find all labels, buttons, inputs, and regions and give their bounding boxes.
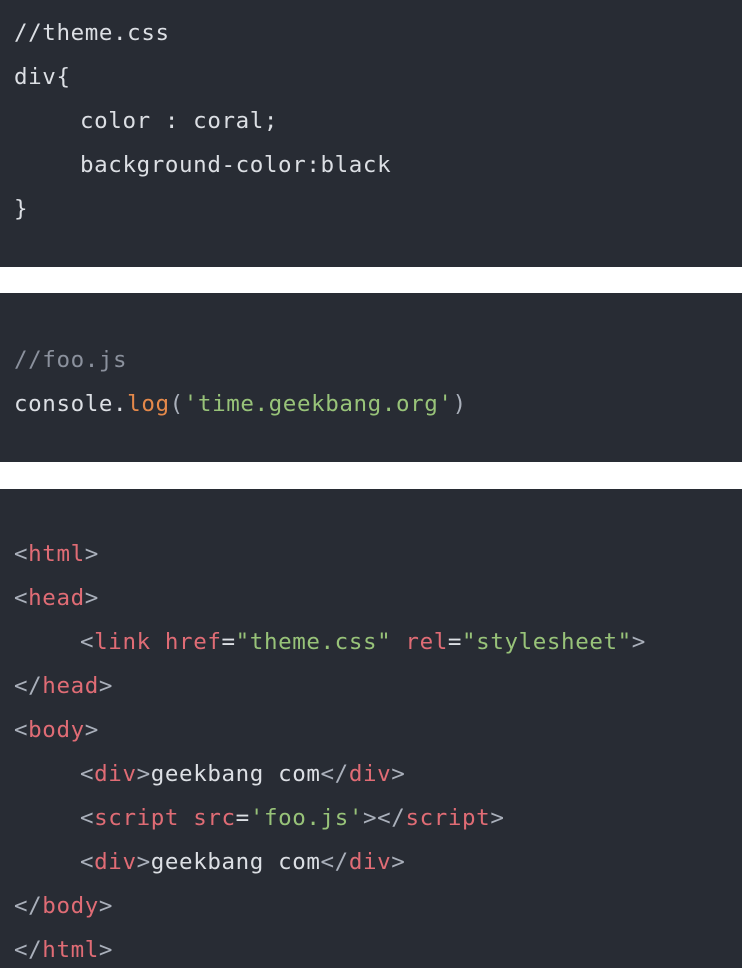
tag-bracket: </ bbox=[14, 937, 43, 963]
tag-bracket: > bbox=[98, 893, 114, 919]
tag-name: head bbox=[42, 673, 99, 699]
tag-bracket: > bbox=[84, 585, 99, 611]
tag-name: body bbox=[42, 893, 99, 919]
element-text: geekbang com bbox=[150, 849, 321, 875]
tag-name: link bbox=[94, 629, 151, 655]
tag-bracket: </ bbox=[14, 673, 43, 699]
code-line: <div>geekbang com</div> bbox=[14, 840, 742, 884]
code-line: </head> bbox=[14, 664, 742, 708]
tag-name: head bbox=[28, 585, 85, 611]
attr-value: 'foo.js' bbox=[249, 805, 363, 831]
attr-equals: = bbox=[221, 629, 236, 655]
tag-bracket: < bbox=[80, 629, 95, 655]
js-object: console. bbox=[14, 391, 128, 417]
tag-name: div bbox=[348, 849, 392, 875]
tag-name: script bbox=[405, 805, 491, 831]
tag-bracket: > bbox=[136, 761, 151, 787]
code-line: background-color:black bbox=[14, 143, 742, 187]
attr-value: "theme.css" bbox=[235, 629, 392, 655]
code-line: <link href="theme.css" rel="stylesheet"> bbox=[14, 620, 742, 664]
js-paren: ( bbox=[169, 391, 184, 417]
css-property: color : coral; bbox=[80, 108, 279, 134]
js-paren: ) bbox=[452, 391, 467, 417]
code-line: div{ bbox=[14, 55, 742, 99]
tag-bracket: > bbox=[98, 937, 114, 963]
js-function: log bbox=[127, 391, 170, 417]
tag-bracket: </ bbox=[377, 805, 406, 831]
code-line: </html> bbox=[14, 928, 742, 968]
tag-bracket: > bbox=[136, 849, 151, 875]
css-code-block: //theme.css div{ color : coral; backgrou… bbox=[0, 0, 742, 267]
js-string: 'time.geekbang.org' bbox=[183, 391, 453, 417]
tag-name: div bbox=[348, 761, 392, 787]
tag-bracket: > bbox=[391, 761, 406, 787]
js-code-block: //foo.js console.log('time.geekbang.org'… bbox=[0, 293, 742, 462]
code-line: <html> bbox=[14, 532, 742, 576]
attr-equals: = bbox=[447, 629, 463, 655]
tag-name: script bbox=[94, 805, 180, 831]
tag-bracket: < bbox=[80, 849, 95, 875]
tag-name: html bbox=[42, 937, 99, 963]
tag-name: div bbox=[94, 761, 137, 787]
code-line: //theme.css bbox=[14, 11, 742, 55]
tag-bracket: > bbox=[84, 717, 99, 743]
html-code-block: <html> <head> <link href="theme.css" rel… bbox=[0, 489, 742, 968]
code-line: console.log('time.geekbang.org') bbox=[14, 382, 742, 426]
code-line: color : coral; bbox=[14, 99, 742, 143]
code-snippets-page: //theme.css div{ color : coral; backgrou… bbox=[0, 0, 742, 968]
css-property: background-color:black bbox=[80, 152, 392, 178]
tag-bracket: > bbox=[98, 673, 114, 699]
code-line: <script src='foo.js'></script> bbox=[14, 796, 742, 840]
attr-name: rel bbox=[405, 629, 448, 655]
code-comment: //foo.js bbox=[14, 347, 128, 373]
code-line: <body> bbox=[14, 708, 742, 752]
attr-name: src bbox=[193, 805, 236, 831]
tag-bracket: </ bbox=[320, 849, 349, 875]
tag-name: div bbox=[94, 849, 137, 875]
css-selector: div{ bbox=[14, 64, 71, 90]
tag-bracket: < bbox=[80, 761, 95, 787]
tag-bracket: </ bbox=[320, 761, 349, 787]
tag-bracket: < bbox=[14, 717, 29, 743]
code-comment: //theme.css bbox=[14, 20, 170, 46]
tag-bracket: < bbox=[14, 541, 29, 567]
tag-bracket: > bbox=[391, 849, 406, 875]
attr-equals: = bbox=[235, 805, 250, 831]
attr-value: "stylesheet" bbox=[462, 629, 632, 655]
tag-name: html bbox=[28, 541, 85, 567]
code-line: } bbox=[14, 187, 742, 231]
element-text: geekbang com bbox=[150, 761, 321, 787]
code-line: <div>geekbang com</div> bbox=[14, 752, 742, 796]
tag-bracket: > bbox=[490, 805, 505, 831]
tag-bracket: > bbox=[84, 541, 99, 567]
tag-bracket: < bbox=[80, 805, 95, 831]
tag-bracket: > bbox=[631, 629, 646, 655]
css-brace: } bbox=[14, 196, 29, 222]
tag-bracket: > bbox=[362, 805, 378, 831]
code-line: <head> bbox=[14, 576, 742, 620]
tag-name: body bbox=[28, 717, 85, 743]
code-line: </body> bbox=[14, 884, 742, 928]
tag-bracket: </ bbox=[14, 893, 43, 919]
tag-bracket: < bbox=[14, 585, 29, 611]
attr-name: href bbox=[164, 629, 222, 655]
code-line: //foo.js bbox=[14, 338, 742, 382]
